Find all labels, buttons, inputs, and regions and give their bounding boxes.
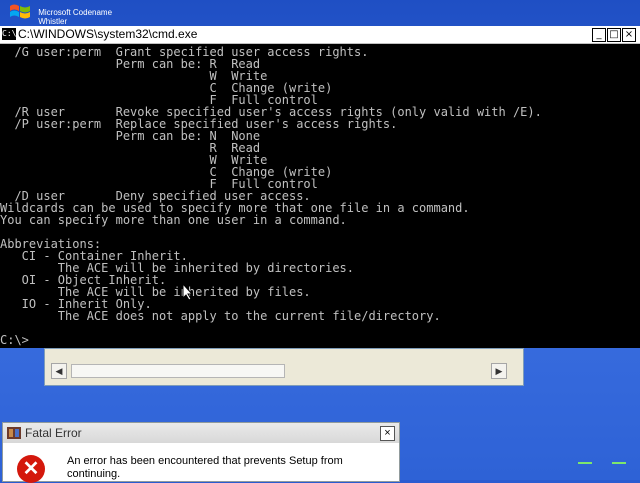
branding: Microsoft Codename Whistler	[8, 2, 112, 26]
brand-line-2: Whistler	[38, 17, 68, 26]
close-button[interactable]: ×	[622, 28, 636, 42]
setup-background-window: ◀ ▶	[44, 348, 524, 386]
console-line: You can specify more than one user in a …	[0, 213, 347, 227]
error-title: Fatal Error	[25, 426, 82, 440]
console-output[interactable]: /G user:perm Grant specified user access…	[0, 46, 640, 348]
horizontal-scrollbar[interactable]: ◀ ▶	[51, 363, 543, 379]
progress-dash-2	[612, 462, 626, 464]
cmd-window[interactable]: C:\ C:\WINDOWS\system32\cmd.exe _ □ × /G…	[0, 26, 640, 348]
brand-text: Microsoft Codename Whistler	[38, 8, 112, 26]
minimize-button[interactable]: _	[592, 28, 606, 42]
windows-logo-icon	[10, 4, 30, 19]
error-message: An error has been encountered that preve…	[67, 455, 343, 480]
progress-dash-1	[578, 462, 592, 464]
setup-icon	[7, 427, 21, 439]
error-title-bar[interactable]: Fatal Error ×	[3, 423, 399, 443]
maximize-button[interactable]: □	[607, 28, 621, 42]
console-line: C:\>	[0, 333, 29, 347]
brand-line-1: Microsoft Codename	[38, 8, 113, 17]
cmd-icon: C:\	[2, 28, 17, 40]
scroll-left-button[interactable]: ◀	[51, 363, 67, 379]
mouse-pointer-icon	[182, 283, 194, 301]
console-line: The ACE does not apply to the current fi…	[0, 309, 441, 323]
cmd-title-bar[interactable]: C:\ C:\WINDOWS\system32\cmd.exe _ □ ×	[0, 26, 640, 44]
cmd-window-title: C:\WINDOWS\system32\cmd.exe	[18, 27, 198, 41]
fatal-error-dialog[interactable]: Fatal Error × ✕ An error has been encoun…	[2, 422, 400, 483]
error-icon: ✕	[17, 455, 45, 483]
scrollbar-thumb[interactable]	[71, 364, 285, 378]
scroll-right-button[interactable]: ▶	[491, 363, 507, 379]
error-close-button[interactable]: ×	[380, 426, 395, 441]
